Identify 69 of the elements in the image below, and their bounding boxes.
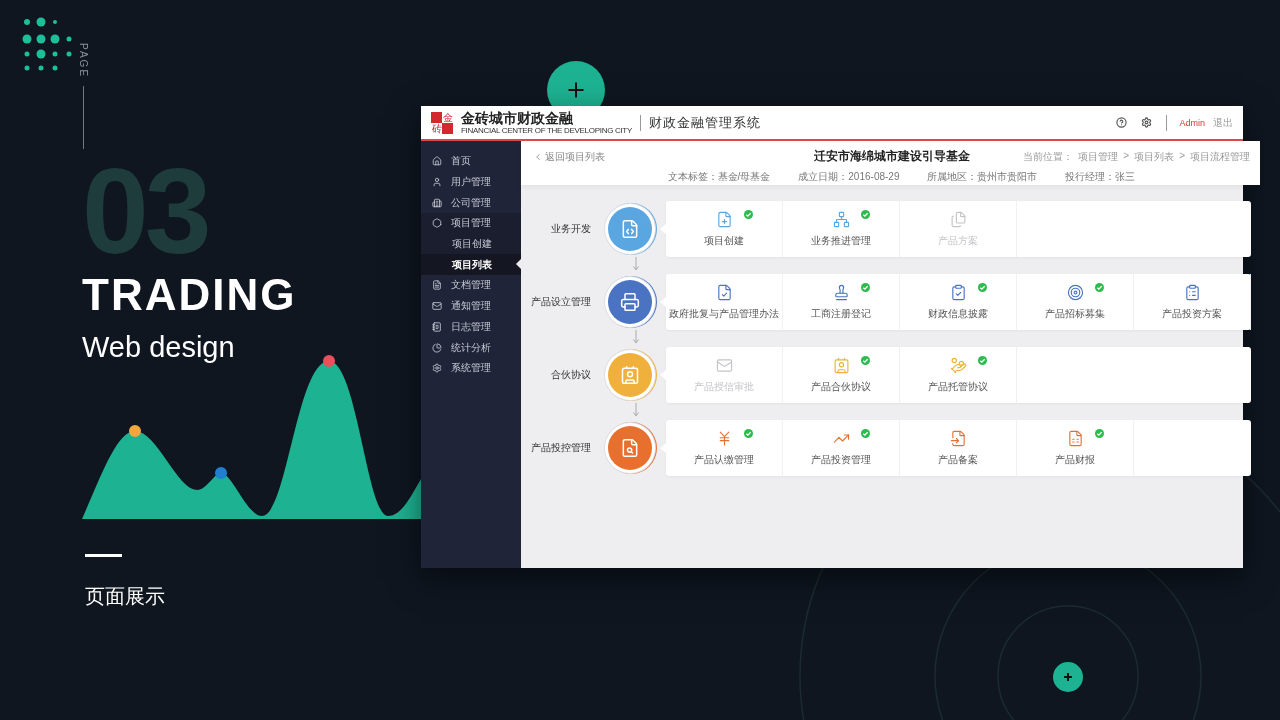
task-label[interactable]: 工商注册登记 — [811, 306, 871, 321]
stage-label: 业务开发 — [550, 222, 591, 236]
task-label[interactable]: 项目创建 — [704, 233, 744, 248]
task-label[interactable]: 业务推进管理 — [811, 233, 871, 248]
notebook-icon — [432, 321, 442, 332]
sidebar-item[interactable]: 系统管理 — [421, 357, 521, 379]
project-title: 迁安市海绵城市建设引导基金 — [813, 148, 970, 165]
task-label[interactable]: 产品投资管理 — [811, 452, 871, 467]
task-label[interactable]: 产品财报 — [1055, 452, 1095, 467]
sidebar-item[interactable]: 统计分析 — [421, 337, 521, 358]
settings-icon — [432, 363, 442, 374]
peak-dot — [215, 467, 227, 480]
arrow-down-icon — [633, 257, 639, 272]
back-link[interactable]: 返回项目列表 — [533, 149, 814, 164]
file-search-icon — [620, 438, 640, 458]
stage-label: 合伙协议 — [550, 368, 591, 382]
settings-icon[interactable] — [1141, 117, 1153, 128]
document-icon — [432, 280, 442, 291]
task-label[interactable]: 产品投资方案 — [1162, 306, 1222, 321]
sidebar-item[interactable]: 文档管理 — [421, 275, 521, 296]
sidebar-subitem[interactable]: 项目创建 — [421, 233, 521, 255]
arrow-down-icon — [633, 403, 639, 418]
hexagon-icon — [432, 218, 442, 229]
breadcrumb-item: > — [1123, 149, 1130, 163]
sidebar-item[interactable]: 通知管理 — [421, 295, 521, 317]
breadcrumb-item: 当前位置： — [1023, 149, 1074, 164]
task-label[interactable]: 产品合伙协议 — [811, 379, 871, 394]
chevron-left-icon — [533, 151, 543, 162]
sidebar-item[interactable]: 日志管理 — [421, 316, 521, 338]
project-meta: 成立日期：2016-08-29 — [798, 170, 900, 184]
project-meta: 文本标签：基金/母基金 — [667, 170, 771, 184]
slide-subtitle: Web design — [82, 333, 235, 363]
peak-dot — [323, 355, 335, 368]
task-label[interactable]: 产品招标募集 — [1045, 306, 1105, 321]
stage-label: 产品投控管理 — [530, 441, 591, 455]
help-icon[interactable] — [1116, 117, 1128, 128]
logo-tagline: FINANCIAL CENTER OF THE DEVELOPING CITY — [461, 125, 632, 135]
sidebar-item[interactable]: 用户管理 — [421, 171, 521, 193]
sidebar-item[interactable]: 项目管理 — [421, 213, 521, 234]
sidebar-item[interactable]: 首页 — [421, 151, 521, 172]
peak-dot — [129, 425, 141, 438]
mail-icon — [432, 301, 442, 312]
arrow-down-icon — [633, 330, 639, 345]
breadcrumb-item: > — [1179, 149, 1185, 163]
slide-caption: 页面展示 — [85, 584, 166, 610]
code-file-icon — [620, 219, 640, 239]
stage-label: 产品设立管理 — [530, 295, 591, 309]
task-label[interactable]: 产品认缴管理 — [694, 452, 754, 467]
sidebar-item[interactable]: 公司管理 — [421, 192, 521, 214]
home-icon — [432, 156, 442, 167]
building-icon — [432, 197, 442, 208]
page-label: PAGE — [78, 43, 89, 79]
sidebar-subitem[interactable]: 项目列表 — [421, 254, 521, 276]
pie-chart-icon — [432, 342, 442, 353]
logo-mark: 金 砖 — [431, 111, 453, 134]
user-name[interactable]: Admin — [1179, 117, 1205, 128]
logo-name: 金砖城市财政金融 — [461, 110, 574, 126]
system-title: 财政金融管理系统 — [649, 113, 761, 132]
task-label[interactable]: 产品托管协议 — [928, 379, 988, 394]
project-meta: 所属地区：贵州市贵阳市 — [927, 170, 1038, 184]
project-meta: 投行经理：张三 — [1065, 170, 1136, 184]
printer-icon — [620, 292, 640, 312]
contact-card-icon — [620, 365, 640, 385]
task-label[interactable]: 政府批复与产品管理办法 — [669, 306, 779, 321]
user-icon — [432, 177, 442, 188]
task-label[interactable]: 产品备案 — [938, 452, 978, 467]
task-label[interactable]: 财政信息披露 — [928, 306, 988, 321]
plus-icon — [1053, 662, 1083, 692]
slide-title: TRADING — [82, 273, 297, 318]
